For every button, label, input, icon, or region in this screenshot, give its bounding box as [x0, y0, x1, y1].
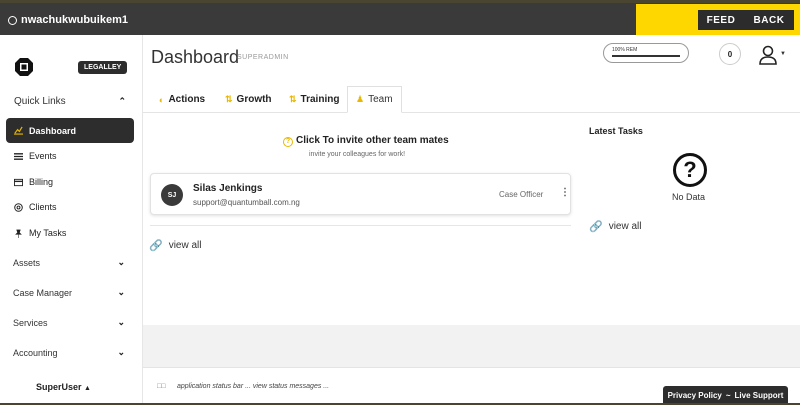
sidebar-item-my-tasks[interactable]: My Tasks	[14, 223, 66, 243]
quick-links-toggle[interactable]: Quick Links ⌃	[14, 96, 126, 107]
divider	[150, 225, 571, 226]
view-all-label: view all	[168, 240, 202, 251]
caret-up-icon: ▲	[84, 385, 91, 392]
tab-label: Growth	[236, 94, 272, 105]
chart-icon	[14, 126, 23, 135]
section-label: Case Manager	[13, 287, 73, 298]
tab-bar: ◐ Actions ⇅ Growth ⇅ Training ♟ Team	[143, 83, 800, 113]
app-logo-icon[interactable]	[14, 57, 34, 77]
chevron-down-icon: ⌄	[117, 347, 125, 357]
sidebar-section-accounting[interactable]: Accounting ⌄	[13, 347, 125, 358]
privacy-policy-link[interactable]: Privacy Policy	[668, 391, 722, 400]
quick-links-label: Quick Links	[14, 96, 66, 107]
half-circle-icon: ◐	[159, 94, 165, 105]
list-icon	[14, 152, 23, 160]
sidebar-section-case-manager[interactable]: Case Manager ⌄	[13, 287, 125, 298]
invite-subtitle: invite your colleagues for work!	[309, 151, 406, 158]
notification-count[interactable]: 0	[719, 43, 741, 65]
invite-title: Click To invite other team mates	[296, 135, 449, 146]
profile-icon[interactable]	[759, 45, 777, 65]
card-icon	[14, 178, 23, 186]
sort-icon: ⇅	[225, 94, 233, 104]
user-icon	[8, 15, 17, 25]
status-text: application status bar ... view status m…	[177, 383, 330, 390]
tab-label: Training	[300, 94, 340, 105]
pin-icon	[15, 229, 22, 238]
rem-progress: 100% REM	[603, 43, 689, 63]
sidebar-section-services[interactable]: Services ⌄	[13, 317, 125, 328]
feed-button[interactable]: FEED	[698, 10, 744, 30]
more-options-icon[interactable]: ⋮	[560, 187, 570, 198]
sidebar-item-label: Dashboard	[29, 125, 77, 136]
tasks-view-all-link[interactable]: 🔗 view all	[589, 220, 642, 233]
tab-actions[interactable]: ◐ Actions	[151, 86, 213, 113]
sidebar-section-assets[interactable]: Assets ⌄	[13, 257, 125, 268]
sort-icon: ⇅	[289, 94, 297, 104]
sidebar-item-label: Clients	[29, 202, 57, 212]
live-support-link[interactable]: Live Support	[735, 391, 784, 400]
member-name: Silas Jenkings	[193, 183, 263, 194]
sidebar-item-clients[interactable]: Clients	[14, 197, 57, 217]
status-squares-icon: □□	[157, 383, 166, 390]
sidebar-item-label: Events	[29, 151, 57, 161]
user-menu[interactable]: nwachukwubuikem1	[8, 14, 128, 26]
avatar: SJ	[161, 184, 183, 206]
sidebar-item-label: My Tasks	[29, 228, 67, 238]
section-label: Services	[13, 317, 48, 328]
user-icon: ♟	[356, 94, 365, 104]
view-all-label: view all	[608, 221, 642, 232]
back-button[interactable]: BACK	[744, 10, 794, 30]
at-icon	[14, 202, 23, 212]
tab-team[interactable]: ♟ Team	[347, 86, 402, 113]
superuser-menu[interactable]: SuperUser ▲	[36, 382, 91, 392]
team-panel: ? Click To invite other team mates invite…	[143, 113, 800, 325]
question-circle-icon: ?	[673, 153, 707, 187]
sidebar-item-label: Billing	[29, 177, 54, 187]
tab-training[interactable]: ⇅ Training	[281, 86, 347, 113]
role-label: SUPERADMIN	[237, 54, 289, 61]
superuser-label: SuperUser	[36, 382, 82, 392]
link-icon: 🔗	[589, 221, 603, 233]
page-title: Dashboard	[151, 47, 240, 67]
chevron-down-icon: ⌄	[117, 317, 125, 327]
chevron-up-icon: ⌃	[118, 96, 126, 106]
rem-progress-bar	[612, 55, 680, 57]
sidebar: LEGALLEY Quick Links ⌃ Dashboard Events …	[0, 35, 143, 405]
chevron-down-icon: ⌄	[117, 287, 125, 297]
username: nwachukwubuikem1	[21, 14, 128, 26]
sidebar-item-events[interactable]: Events	[14, 146, 57, 166]
chevron-down-icon: ⌄	[117, 257, 125, 267]
member-email: support@quantumball.com.ng	[193, 198, 300, 207]
team-member-card[interactable]: SJ Silas Jenkings support@quantumball.co…	[150, 173, 571, 215]
tab-label: Team	[368, 94, 393, 105]
team-view-all-link[interactable]: 🔗 view all	[149, 239, 202, 252]
rem-label: 100% REM	[612, 47, 638, 53]
caret-down-icon[interactable]: ▼	[780, 51, 786, 57]
empty-state-label: No Data	[672, 192, 706, 202]
question-icon: ?	[283, 137, 293, 147]
tab-label: Actions	[168, 94, 206, 105]
sidebar-item-dashboard[interactable]: Dashboard	[6, 118, 134, 143]
section-label: Accounting	[13, 347, 58, 358]
tab-growth[interactable]: ⇅ Growth	[217, 86, 280, 113]
section-label: Assets	[13, 257, 41, 268]
link-icon: 🔗	[149, 240, 163, 252]
latest-tasks-title: Latest Tasks	[589, 126, 643, 136]
sidebar-item-billing[interactable]: Billing	[14, 172, 53, 192]
separator: ~	[725, 391, 731, 400]
page-header: Dashboard SUPERADMIN 100% REM 0 ▼	[143, 35, 800, 83]
member-role: Case Officer	[499, 190, 544, 199]
brand-badge: LEGALLEY	[78, 61, 128, 74]
invite-link[interactable]: ? Click To invite other team mates	[283, 135, 449, 147]
